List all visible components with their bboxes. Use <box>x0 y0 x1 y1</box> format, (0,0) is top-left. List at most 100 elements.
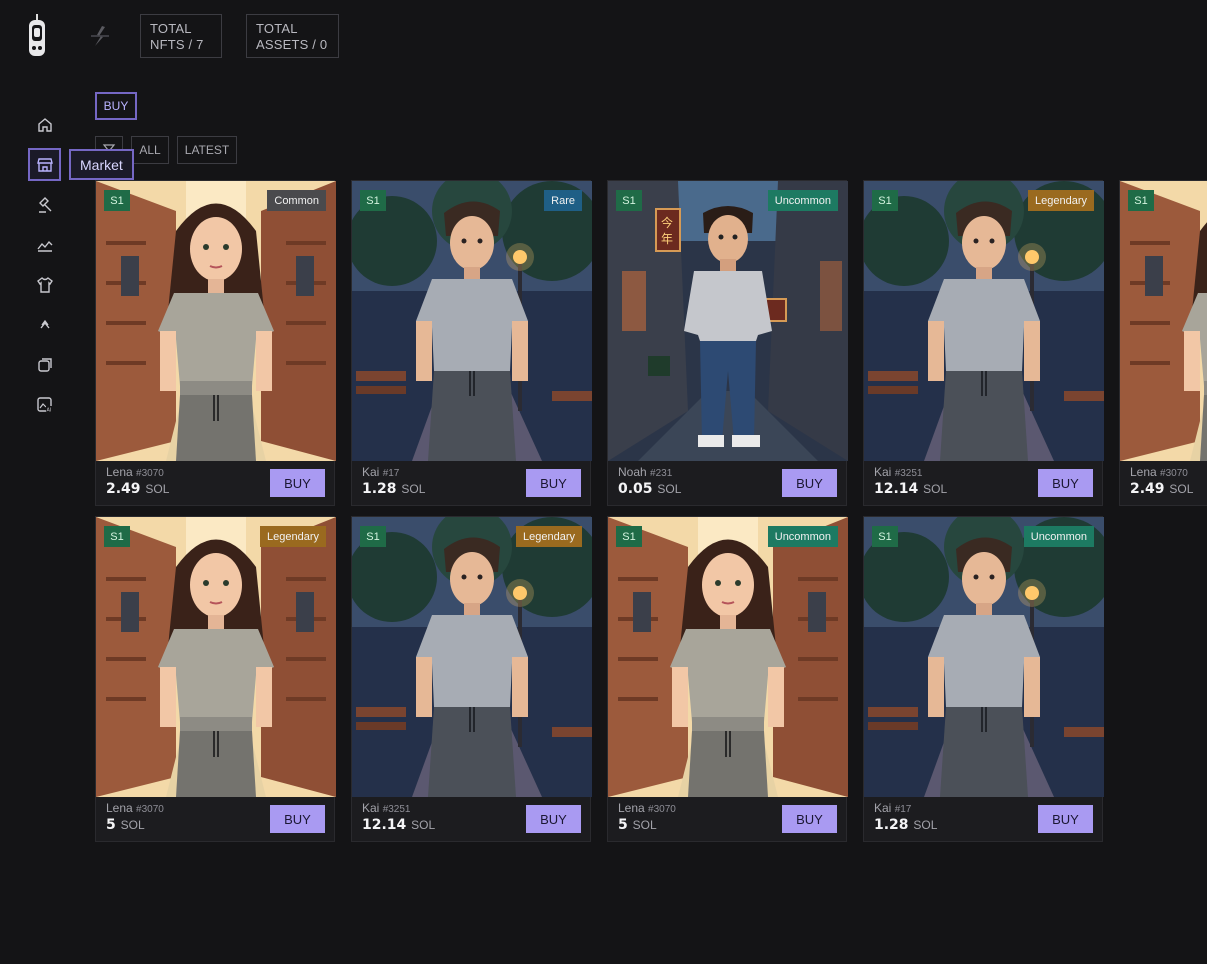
chart-icon <box>36 240 52 252</box>
nft-name-text: Lena <box>106 465 133 479</box>
nft-image[interactable]: 今 年 <box>608 181 848 461</box>
spark-icon <box>91 26 109 46</box>
nft-name-text: Lena <box>618 801 645 815</box>
sidebar-item-auction[interactable] <box>28 188 61 221</box>
nft-image[interactable] <box>96 181 336 461</box>
nft-card[interactable]: S1 Lena #3070 2.49 SOL <box>1119 180 1207 506</box>
nft-meta: Kai #17 1.28 SOL <box>874 801 937 833</box>
nft-grid: S1 Common Lena #3070 2.49 SOL BUY S1 Rare Kai … <box>95 180 1207 964</box>
nft-price-unit: SOL <box>632 818 657 832</box>
buy-button[interactable]: BUY <box>526 805 581 833</box>
nft-name: Noah #231 <box>618 465 681 479</box>
nft-id: #3251 <box>894 468 923 479</box>
stat-label: TOTAL <box>256 21 298 36</box>
season-badge: S1 <box>360 526 386 547</box>
nft-card[interactable]: S1 Rare Kai #17 1.28 SOL BUY <box>351 180 592 506</box>
nft-card[interactable]: S1 Uncommon Lena #3070 5 SOL BUY <box>607 516 848 842</box>
nft-name-text: Lena <box>106 801 133 815</box>
nft-price: 12.14 SOL <box>362 817 435 833</box>
nft-card[interactable]: 今 年 S1 Uncommon Noah #231 0.05 SOL BUY <box>607 180 848 506</box>
nft-meta: Kai #3251 12.14 SOL <box>874 465 947 497</box>
nft-price-value: 1.28 <box>874 817 909 833</box>
shirt-icon <box>36 276 53 293</box>
total-nfts-stat: TOTAL NFTS / 7 <box>140 14 222 58</box>
nft-image[interactable] <box>608 517 848 797</box>
sidebar-item-rank[interactable] <box>28 308 61 341</box>
season-badge: S1 <box>872 190 898 211</box>
nft-artwork-noah: 今 年 <box>608 181 848 461</box>
season-badge: S1 <box>104 526 130 547</box>
nft-id: #3251 <box>382 804 411 815</box>
tab-buy[interactable]: BUY <box>95 92 137 120</box>
nft-price: 1.28 SOL <box>874 817 937 833</box>
filter-all-button[interactable]: ALL <box>131 136 169 164</box>
sidebar-item-collection[interactable] <box>28 348 61 381</box>
nft-card[interactable]: S1 Legendary Kai #3251 12.14 SOL BUY <box>863 180 1104 506</box>
nft-price-value: 1.28 <box>362 481 397 497</box>
buy-button[interactable]: BUY <box>270 469 325 497</box>
nft-price: 12.14 SOL <box>874 481 947 497</box>
nft-price-unit: SOL <box>401 482 426 496</box>
stat-value: NFTS / 7 <box>150 37 204 52</box>
buy-button[interactable]: BUY <box>1038 805 1093 833</box>
nft-price-value: 5 <box>106 817 116 833</box>
nft-price: 5 SOL <box>618 817 676 833</box>
nft-artwork-kai <box>352 517 592 797</box>
nft-name: Lena #3070 <box>618 801 676 815</box>
rarity-badge: Uncommon <box>1023 526 1094 547</box>
nft-price: 2.49 SOL <box>1130 481 1193 497</box>
season-badge: S1 <box>104 190 130 211</box>
total-assets-stat: TOTAL ASSETS / 0 <box>246 14 339 58</box>
nft-image[interactable] <box>96 517 336 797</box>
svg-text:今: 今 <box>661 215 673 230</box>
buy-button[interactable]: BUY <box>526 469 581 497</box>
nft-price-value: 0.05 <box>618 481 653 497</box>
nft-price-value: 2.49 <box>106 481 141 497</box>
rarity-badge: Legendary <box>1028 190 1094 211</box>
nft-artwork-kai <box>864 517 1104 797</box>
ai-image-icon: AI <box>36 396 53 413</box>
nft-id: #231 <box>650 468 673 479</box>
nft-meta: Lena #3070 5 SOL <box>618 801 676 833</box>
nft-name: Lena #3070 <box>106 465 169 479</box>
nft-card[interactable]: S1 Legendary Lena #3070 5 SOL BUY <box>95 516 336 842</box>
nft-name: Lena #3070 <box>1130 465 1193 479</box>
nft-id: #17 <box>382 468 400 479</box>
filter-latest-button[interactable]: LATEST <box>177 136 237 164</box>
nft-price-value: 5 <box>618 817 628 833</box>
nft-artwork-lena <box>96 181 336 461</box>
nft-price: 2.49 SOL <box>106 481 169 497</box>
nft-image[interactable] <box>1120 181 1207 461</box>
buy-button[interactable]: BUY <box>270 805 325 833</box>
sidebar-item-stats[interactable] <box>28 228 61 261</box>
sidebar-item-ai-image[interactable]: AI <box>28 388 61 421</box>
nft-price: 0.05 SOL <box>618 481 681 497</box>
season-badge: S1 <box>1128 190 1154 211</box>
sidebar-item-market[interactable] <box>28 148 61 181</box>
nft-id: #3070 <box>648 804 676 815</box>
app-logo-icon[interactable] <box>26 14 48 58</box>
nft-name-text: Lena <box>1130 465 1157 479</box>
nft-card[interactable]: S1 Legendary Kai #3251 12.14 SOL BUY <box>351 516 592 842</box>
buy-button[interactable]: BUY <box>782 469 837 497</box>
nft-name-text: Kai <box>874 801 892 815</box>
buy-button[interactable]: BUY <box>1038 469 1093 497</box>
nft-id: #3070 <box>136 804 164 815</box>
nft-price-unit: SOL <box>657 482 682 496</box>
gavel-icon <box>38 196 51 213</box>
buy-button[interactable]: BUY <box>782 805 837 833</box>
svg-text:年: 年 <box>661 232 673 246</box>
nft-image[interactable] <box>864 181 1104 461</box>
sidebar-item-wardrobe[interactable] <box>28 268 61 301</box>
nft-image[interactable] <box>864 517 1104 797</box>
nft-price-unit: SOL <box>411 818 436 832</box>
nft-price-value: 12.14 <box>874 481 919 497</box>
nft-image[interactable] <box>352 181 592 461</box>
nft-image[interactable] <box>352 517 592 797</box>
rarity-badge: Common <box>267 190 326 211</box>
nft-price-unit: SOL <box>120 818 145 832</box>
nft-card[interactable]: S1 Common Lena #3070 2.49 SOL BUY <box>95 180 336 506</box>
sidebar-item-home[interactable] <box>28 108 61 141</box>
collection-icon <box>37 357 52 372</box>
nft-card[interactable]: S1 Uncommon Kai #17 1.28 SOL BUY <box>863 516 1104 842</box>
